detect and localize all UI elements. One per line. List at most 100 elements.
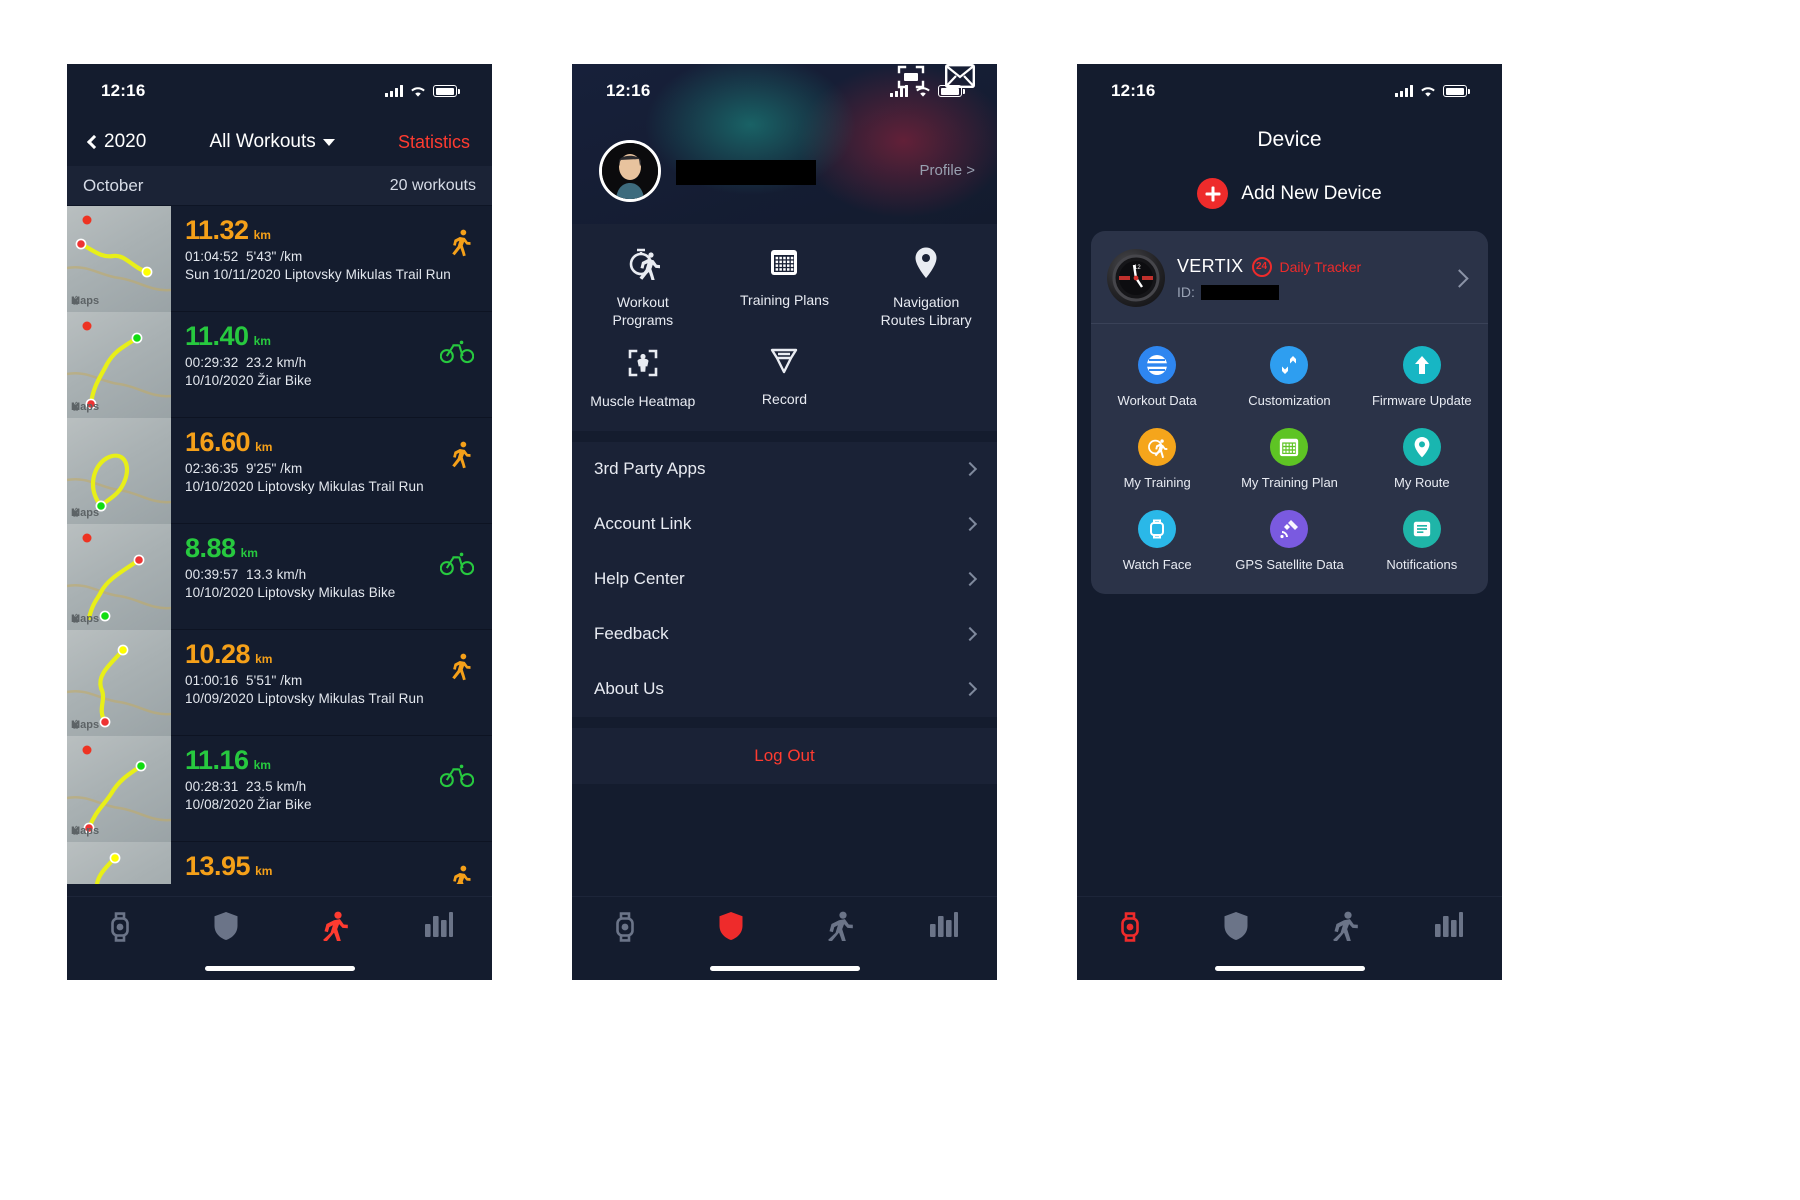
firmware-update-icon (1402, 346, 1441, 384)
battery-icon (1443, 85, 1467, 97)
workouts-filter-dropdown[interactable]: All Workouts (209, 131, 335, 153)
device-feature-item[interactable]: Notifications (1356, 510, 1488, 572)
cellular-signal-icon (890, 85, 908, 97)
device-info: VERTIX 24 Daily Tracker ID: (1177, 256, 1453, 300)
settings-menu-item[interactable]: Help Center (572, 552, 997, 607)
status-indicators (890, 85, 965, 97)
profile-link[interactable]: Profile > (920, 162, 975, 179)
tab-chart-bars[interactable] (1396, 911, 1502, 942)
device-feature-label: Workout Data (1117, 393, 1197, 408)
settings-menu-item[interactable]: 3rd Party Apps (572, 442, 997, 497)
settings-menu-item[interactable]: Account Link (572, 497, 997, 552)
svg-text:12: 12 (1134, 265, 1141, 271)
medal-icon (768, 347, 800, 382)
workout-list-item[interactable]: Maps 11.16 km 00:28:31 23.5 km/h 10/08/2… (67, 736, 492, 842)
tab-watch[interactable] (572, 911, 678, 948)
distance-unit: km (253, 228, 271, 242)
tab-shield[interactable] (173, 911, 279, 946)
settings-menu-label: Feedback (594, 624, 669, 643)
chevron-right-icon[interactable] (1450, 268, 1469, 288)
feature-grid-item[interactable]: Muscle Heatmap (572, 347, 714, 411)
back-button[interactable]: 2020 (86, 131, 146, 153)
feature-grid[interactable]: Workout Programs Training Plans Navigatio… (572, 224, 997, 431)
settings-menu-label: 3rd Party Apps (594, 459, 706, 478)
route-map-thumbnail: Maps (67, 524, 171, 630)
distance-unit: km (255, 864, 273, 878)
running-person-icon (822, 911, 854, 946)
workout-list-item[interactable]: Maps 13.95 km (67, 842, 492, 884)
device-feature-item[interactable]: GPS Satellite Data (1223, 510, 1355, 572)
profile-header: 12:16 Profile > (572, 64, 997, 224)
feature-grid-item[interactable]: Record (714, 347, 856, 411)
wifi-icon (410, 85, 426, 97)
device-summary-row[interactable]: 12 VERTIX 24 Daily Tracker ID: (1091, 249, 1488, 324)
feature-grid-label: Navigation Routes Library (880, 294, 972, 328)
wifi-icon (915, 85, 931, 97)
statistics-button[interactable]: Statistics (398, 132, 470, 153)
map-attribution: Maps (71, 613, 100, 625)
workouts-filter-label: All Workouts (209, 131, 316, 152)
device-feature-item[interactable]: Watch Face (1091, 510, 1223, 572)
watch-image: 12 (1107, 249, 1165, 307)
tab-watch[interactable] (67, 911, 173, 948)
settings-menu-item[interactable]: Feedback (572, 607, 997, 662)
tab-watch[interactable] (1077, 911, 1183, 948)
tab-running-person[interactable] (785, 911, 891, 946)
workout-list-item[interactable]: Maps 10.28 km 01:00:16 5'51" /km 10/09/2… (67, 630, 492, 736)
status-time: 12:16 (1111, 81, 1156, 100)
tab-chart-bars[interactable] (891, 911, 997, 942)
tab-chart-bars[interactable] (386, 911, 492, 942)
route-map-thumbnail: Maps (67, 418, 171, 524)
device-feature-item[interactable]: My Training Plan (1223, 428, 1355, 490)
plus-icon (1197, 178, 1229, 209)
feature-grid-label: Record (761, 391, 808, 407)
distance-unit: km (255, 440, 273, 454)
workout-list-item[interactable]: Maps 11.32 km 01:04:52 5'43" /km Sun 10/… (67, 206, 492, 312)
add-new-device-button[interactable]: Add New Device (1077, 156, 1502, 225)
bottom-tab-bar[interactable] (67, 896, 492, 980)
workout-list[interactable]: Maps 11.32 km 01:04:52 5'43" /km Sun 10/… (67, 206, 492, 884)
device-feature-item[interactable]: Workout Data (1091, 346, 1223, 408)
map-attribution: Maps (71, 295, 100, 307)
tab-shield[interactable] (1183, 911, 1289, 946)
workout-list-item[interactable]: Maps 16.60 km 02:36:35 9'25" /km 10/10/2… (67, 418, 492, 524)
distance-value: 11.40 (185, 321, 249, 351)
feature-grid-item[interactable]: Training Plans (714, 246, 856, 329)
workout-list-item[interactable]: Maps 11.40 km 00:29:32 23.2 km/h 10/10/2… (67, 312, 492, 418)
distance-value: 8.88 (185, 533, 236, 563)
workout-list-item[interactable]: Maps 8.88 km 00:39:57 13.3 km/h 10/10/20… (67, 524, 492, 630)
device-feature-grid[interactable]: Workout Data Customization Firmware Upda… (1091, 324, 1488, 572)
chevron-right-icon (962, 571, 978, 587)
workout-title: 10/10/2020 Liptovsky Mikulas Bike (185, 585, 396, 600)
avatar[interactable] (599, 140, 661, 202)
device-feature-item[interactable]: My Training (1091, 428, 1223, 490)
home-indicator (204, 966, 355, 971)
feature-grid-item[interactable]: Workout Programs (572, 246, 714, 329)
feature-grid-item[interactable]: Navigation Routes Library (855, 246, 997, 329)
device-feature-item[interactable]: Customization (1223, 346, 1355, 408)
tab-shield[interactable] (678, 911, 784, 946)
wifi-icon (1420, 85, 1436, 97)
watch-icon (613, 911, 637, 948)
logout-button[interactable]: Log Out (572, 727, 997, 784)
route-map-thumbnail: Maps (67, 312, 171, 418)
settings-menu-item[interactable]: About Us (572, 662, 997, 717)
status-bar: 12:16 (67, 64, 492, 118)
my-training-icon (1138, 428, 1177, 466)
running-person-icon (317, 911, 349, 946)
tab-running-person[interactable] (1290, 911, 1396, 946)
status-time: 12:16 (101, 81, 146, 100)
cellular-signal-icon (385, 85, 403, 97)
bottom-tab-bar[interactable] (1077, 896, 1502, 980)
distance-unit: km (255, 652, 273, 666)
battery-icon (938, 85, 962, 97)
running-icon (444, 864, 474, 884)
device-feature-item[interactable]: My Route (1356, 428, 1488, 490)
chart-bars-icon (929, 911, 959, 942)
settings-menu-list[interactable]: 3rd Party Apps Account Link Help Center … (572, 441, 997, 717)
chevron-left-icon (86, 134, 102, 150)
daily-tracker-label: Daily Tracker (1279, 258, 1362, 275)
device-feature-item[interactable]: Firmware Update (1356, 346, 1488, 408)
tab-running-person[interactable] (280, 911, 386, 946)
bottom-tab-bar[interactable] (572, 896, 997, 980)
